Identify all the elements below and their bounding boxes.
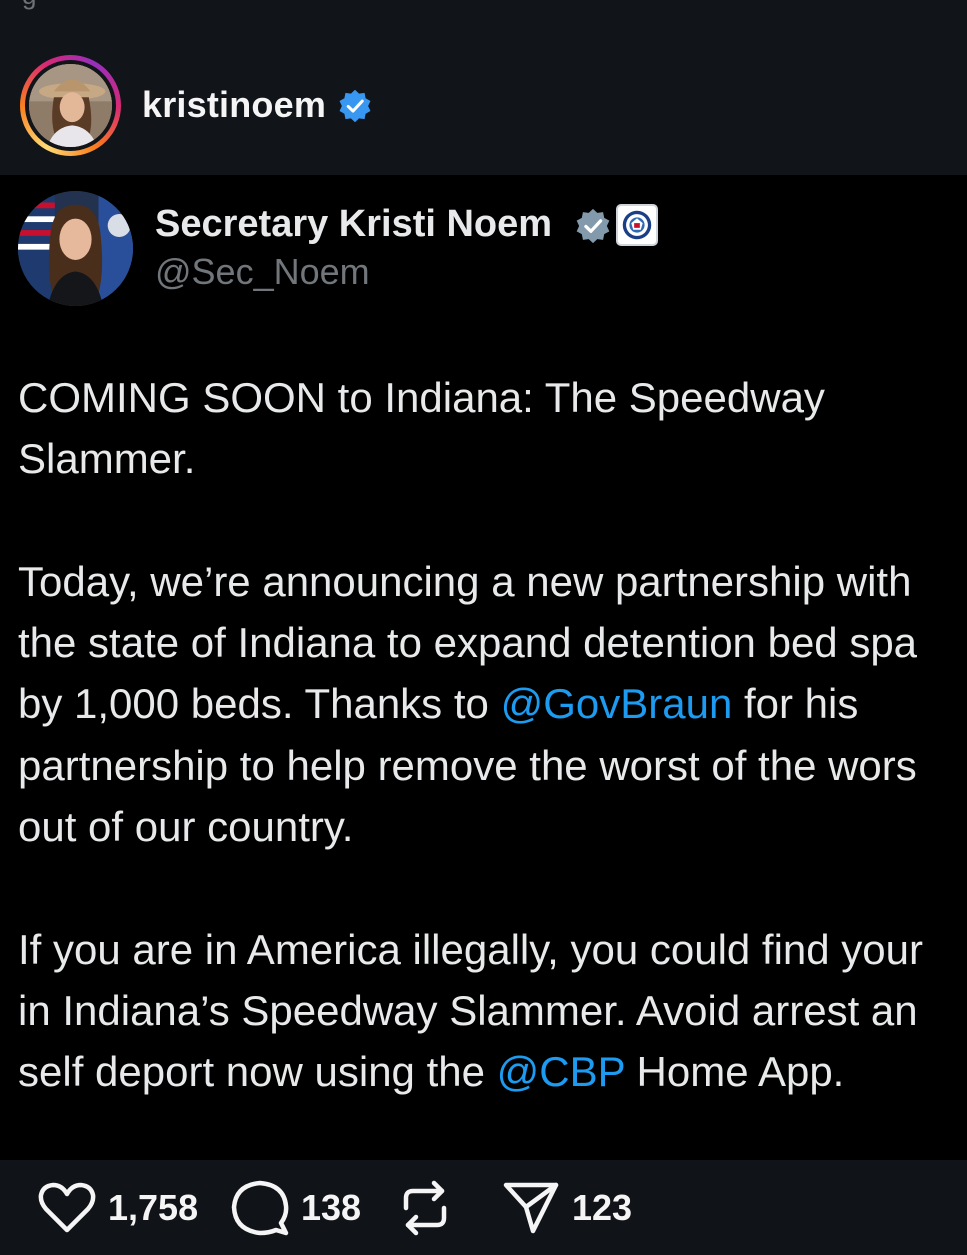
- tweet-card: Secretary Kristi Noem @Sec_Noem COMING S…: [0, 175, 967, 1160]
- like-count: 1,758: [108, 1186, 199, 1228]
- tweet-text-segment: If you are in America illegally, you cou…: [18, 925, 924, 973]
- truncated-text: g: [22, 0, 36, 11]
- tweet-text-segment: in Indiana’s Speedway Slammer. Avoid arr…: [18, 986, 918, 1034]
- story-ring[interactable]: [20, 55, 121, 156]
- like-button[interactable]: 1,758: [38, 1160, 198, 1255]
- tweet-text-line: partnership to help remove the worst of …: [18, 735, 967, 796]
- tweet-author-avatar[interactable]: [18, 191, 133, 306]
- gray-checkmark-icon: [576, 208, 610, 244]
- tweet-display-name[interactable]: Secretary Kristi Noem: [155, 203, 552, 246]
- tweet-text-segment: Today, we’re announcing a new partnershi…: [18, 557, 912, 605]
- tweet-text-line: the state of Indiana to expand detention…: [18, 612, 967, 673]
- tweet-text-segment: COMING SOON to Indiana: The Speedway: [18, 374, 825, 421]
- tweet-text: COMING SOON to Indiana: The Speedway Slam…: [18, 367, 967, 1103]
- mention-link[interactable]: @GovBraun: [501, 680, 733, 727]
- tweet-text-line: out of our country.: [18, 796, 967, 857]
- tweet-text-segment: partnership to help remove the worst of …: [18, 741, 917, 789]
- send-icon: [503, 1182, 559, 1233]
- post-actions-bar: 1,758 138 123: [0, 1160, 967, 1255]
- tweet-text-segment: for his: [732, 680, 859, 728]
- avatar-photo-icon: [29, 64, 112, 147]
- tweet-text-line: COMING SOON to Indiana: The Speedway: [18, 367, 967, 428]
- post-header: g kristinoem: [0, 0, 967, 175]
- comment-button[interactable]: 138: [231, 1160, 361, 1255]
- tweet-text-line: in Indiana’s Speedway Slammer. Avoid arr…: [18, 980, 967, 1041]
- repost-button[interactable]: [398, 1160, 452, 1255]
- tweet-text-segment: Slammer.: [18, 435, 196, 483]
- tweet-text-line: Today, we’re announcing a new partnershi…: [18, 551, 967, 612]
- mention-link[interactable]: @CBP: [497, 1048, 625, 1095]
- tweet-text-line: by 1,000 beds. Thanks to @GovBraun for h…: [18, 673, 967, 734]
- comment-count: 138: [301, 1186, 362, 1228]
- dhs-seal-icon: [616, 204, 658, 246]
- tweet-text-segment: Home App.: [624, 1048, 845, 1096]
- author-photo-icon: [18, 191, 133, 306]
- tweet-text-line: Slammer.: [18, 428, 967, 489]
- profile-avatar: [29, 64, 112, 147]
- tweet-text-segment: self deport now using the: [18, 1048, 497, 1096]
- tweet-handle[interactable]: @Sec_Noem: [155, 251, 370, 293]
- tweet-text-line: self deport now using the @CBP Home App.: [18, 1041, 967, 1102]
- share-count: 123: [572, 1186, 633, 1228]
- instagram-post: g kristinoem: [0, 0, 967, 1255]
- share-button[interactable]: 123: [502, 1160, 632, 1255]
- verified-badge-icon: [339, 89, 371, 123]
- comment-icon: [231, 1180, 289, 1235]
- tweet-text-segment: the state of Indiana to expand detention…: [18, 619, 918, 667]
- username[interactable]: kristinoem: [142, 84, 326, 126]
- tweet-text-segment: out of our country.: [18, 803, 354, 851]
- heart-icon: [38, 1182, 96, 1232]
- tweet-text-line: If you are in America illegally, you cou…: [18, 919, 967, 980]
- tweet-text-segment: by 1,000 beds. Thanks to: [18, 680, 501, 728]
- repost-icon: [403, 1180, 447, 1235]
